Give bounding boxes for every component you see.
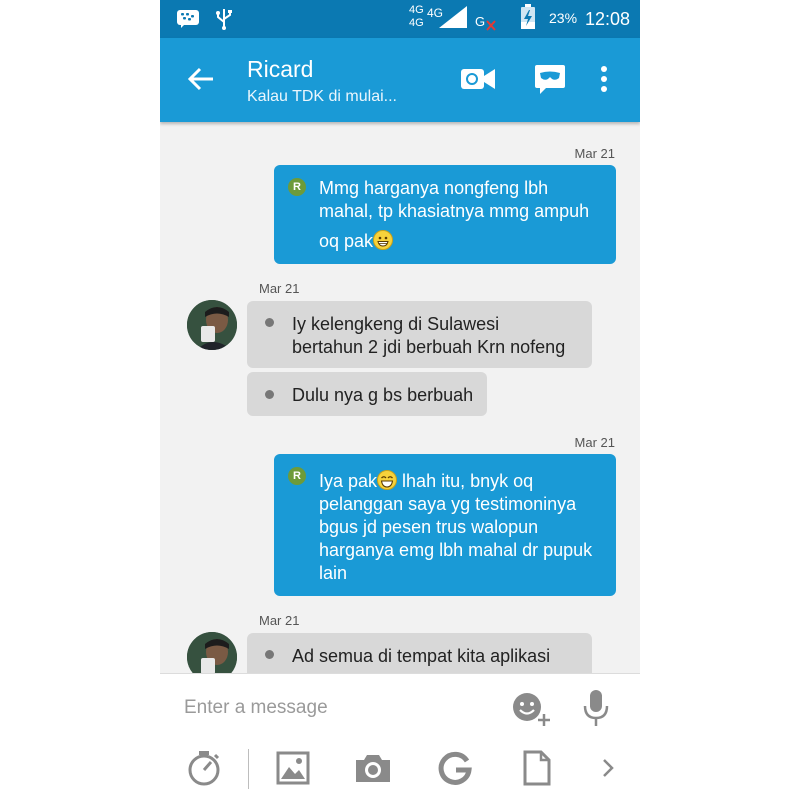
usb-icon (214, 8, 234, 30)
bbm-icon (176, 8, 200, 30)
clock: 12:08 (584, 9, 630, 29)
message-bubble-incoming[interactable]: Iy kelengkeng di Sulawesi bertahun 2 jdi… (247, 301, 592, 368)
message-line: Ad semua di tempat kita aplikasi (292, 646, 551, 666)
network-4g-bottom: 4G (409, 17, 424, 29)
video-call-icon[interactable] (460, 62, 496, 96)
message-line: pelanggan saya yg testimoninya (319, 494, 577, 514)
message-line: bgus jd pesen trus walopun (319, 517, 539, 537)
read-status-badge: R (288, 178, 306, 196)
phone-screen: 4G 4G 4G G 23% 12:08 Ricard Kalau TDK di… (160, 0, 640, 800)
emoji-add-icon[interactable] (510, 688, 554, 728)
message-line: harganya emg lbh mahal dr pupuk (319, 540, 593, 560)
contact-name[interactable]: Ricard (247, 56, 313, 83)
sim-error-icon (486, 14, 496, 36)
chat-history[interactable]: Mar 21 R Mmg harganya nongfeng lbh mahal… (160, 122, 640, 673)
more-vert-icon[interactable] (596, 62, 612, 96)
laughing-emoji-icon (377, 470, 398, 490)
avatar[interactable] (187, 300, 237, 350)
message-line: lain (319, 563, 348, 583)
grinning-emoji-icon (373, 230, 394, 250)
app-bar: Ricard Kalau TDK di mulai... (160, 38, 640, 122)
message-timestamp: Mar 21 (259, 613, 300, 628)
battery-charging-icon (520, 4, 536, 29)
timer-icon[interactable] (184, 748, 224, 788)
message-dot-icon (265, 318, 274, 327)
message-dot-icon (265, 390, 274, 399)
message-dot-icon (265, 650, 274, 659)
sim-label: G (475, 14, 486, 29)
message-line: Iy kelengkeng di Sulawesi (292, 314, 500, 334)
message-bubble-incoming[interactable]: Ad semua di tempat kita aplikasi (247, 633, 592, 673)
message-input[interactable] (184, 696, 484, 720)
microphone-icon[interactable] (580, 686, 612, 730)
file-icon[interactable] (517, 748, 557, 788)
network-4g-top: 4G (409, 4, 424, 16)
message-line: lhah itu, bnyk oq (397, 471, 534, 491)
message-timestamp: Mar 21 (259, 281, 300, 296)
gallery-icon[interactable] (273, 748, 313, 788)
message-line: oq pak (319, 231, 374, 251)
contact-status: Kalau TDK di mulai... (247, 88, 397, 105)
chevron-right-icon[interactable] (596, 752, 620, 784)
status-bar: 4G 4G 4G G 23% 12:08 (160, 0, 640, 38)
google-icon[interactable] (435, 748, 475, 788)
composer (160, 673, 640, 800)
message-line: Iya pak (319, 471, 378, 491)
back-arrow-icon[interactable] (186, 64, 216, 94)
message-line: Dulu nya g bs berbuah (292, 385, 474, 405)
message-timestamp: Mar 21 (574, 146, 615, 161)
message-line: bertahun 2 jdi berbuah Krn nofeng (292, 337, 566, 357)
camera-icon[interactable] (353, 748, 393, 788)
message-bubble-outgoing[interactable]: R Mmg harganya nongfeng lbh mahal, tp kh… (274, 165, 616, 264)
signal-icon (438, 6, 468, 28)
message-line: mahal, tp khasiatnya mmg ampuh (319, 201, 590, 221)
message-bubble-incoming[interactable]: Dulu nya g bs berbuah (247, 372, 487, 416)
message-timestamp: Mar 21 (574, 435, 615, 450)
battery-level: 23% (549, 10, 578, 26)
avatar[interactable] (187, 632, 237, 673)
message-bubble-outgoing[interactable]: R Iya pak lhah itu, bnyk oq pelanggan sa… (274, 454, 616, 596)
toolbar-divider (248, 749, 249, 789)
read-status-badge: R (288, 467, 306, 485)
message-line: Mmg harganya nongfeng lbh (319, 178, 549, 198)
voice-mask-icon[interactable] (533, 62, 567, 96)
